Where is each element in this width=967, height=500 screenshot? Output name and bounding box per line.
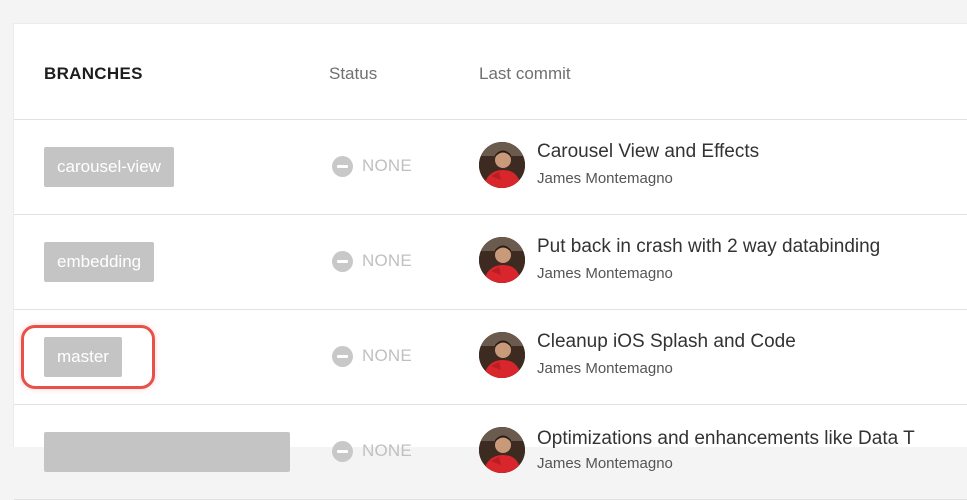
- commit-author: James Montemagno: [537, 265, 673, 282]
- branches-panel: BRANCHES Status Last commit carousel-vie…: [13, 23, 967, 500]
- commit-author: James Montemagno: [537, 455, 673, 472]
- branch-row[interactable]: optimizations-and-enhancements NONE Opti…: [14, 404, 967, 500]
- status-text: NONE: [362, 346, 412, 365]
- branch-tag[interactable]: optimizations-and-enhancements: [44, 432, 290, 472]
- commit-message[interactable]: Cleanup iOS Splash and Code: [537, 331, 796, 353]
- build-status: NONE: [332, 440, 412, 462]
- author-avatar: [479, 237, 525, 283]
- status-text: NONE: [362, 441, 412, 460]
- minus-circle-icon: [332, 250, 353, 272]
- commit-message[interactable]: Put back in crash with 2 way databinding: [537, 236, 880, 258]
- column-header-status[interactable]: Status: [329, 64, 377, 84]
- branch-row[interactable]: master NONE Cleanup iOS Splash and Code …: [14, 309, 967, 405]
- branch-row[interactable]: embedding NONE Put back in crash with 2 …: [14, 214, 967, 310]
- column-header-branches[interactable]: BRANCHES: [44, 64, 143, 84]
- minus-circle-icon: [332, 345, 353, 367]
- branch-tag[interactable]: master: [44, 337, 122, 377]
- branch-row[interactable]: carousel-view NONE Carousel View and Eff…: [14, 119, 967, 215]
- commit-author: James Montemagno: [537, 170, 673, 187]
- author-avatar: [479, 427, 525, 473]
- column-header-last-commit[interactable]: Last commit: [479, 64, 571, 84]
- status-text: NONE: [362, 251, 412, 270]
- build-status: NONE: [332, 250, 412, 272]
- commit-message[interactable]: Carousel View and Effects: [537, 141, 759, 163]
- minus-circle-icon: [332, 440, 353, 462]
- author-avatar: [479, 332, 525, 378]
- minus-circle-icon: [332, 155, 353, 177]
- status-text: NONE: [362, 156, 412, 175]
- author-avatar: [479, 142, 525, 188]
- build-status: NONE: [332, 345, 412, 367]
- commit-author: James Montemagno: [537, 360, 673, 377]
- build-status: NONE: [332, 155, 412, 177]
- branches-table-header: BRANCHES Status Last commit: [14, 24, 967, 120]
- branch-tag[interactable]: embedding: [44, 242, 155, 282]
- branch-tag[interactable]: carousel-view: [44, 147, 174, 187]
